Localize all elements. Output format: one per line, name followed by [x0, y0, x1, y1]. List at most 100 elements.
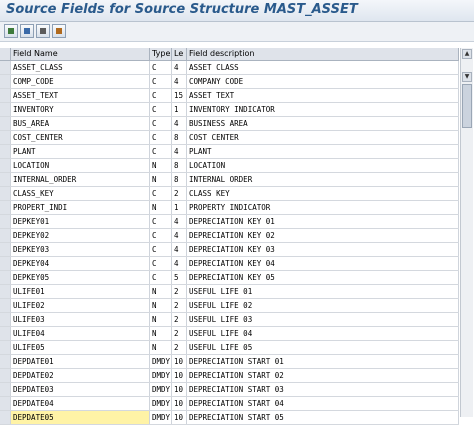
col-header-length[interactable]: Le	[172, 48, 187, 60]
row-selector[interactable]	[0, 145, 11, 158]
vertical-scrollbar[interactable]: ▲ ▼	[460, 48, 473, 417]
row-selector[interactable]	[0, 411, 11, 424]
description-cell[interactable]: DEPRECIATION START 01	[187, 355, 459, 368]
length-cell[interactable]: 10	[172, 355, 187, 368]
row-selector[interactable]	[0, 369, 11, 382]
type-cell[interactable]: C	[150, 131, 172, 144]
scroll-up-icon[interactable]: ▲	[462, 49, 472, 59]
col-header-description[interactable]: Field description	[187, 48, 459, 60]
field-name-cell[interactable]: ULIFE01	[11, 285, 150, 298]
field-name-cell[interactable]: DEPKEY04	[11, 257, 150, 270]
table-row[interactable]: ULIFE02 N 2 USEFUL LIFE 02	[0, 299, 459, 313]
table-row[interactable]: DEPDATE04 DMDY 10 DEPRECIATION START 04	[0, 397, 459, 411]
field-name-cell[interactable]: LOCATION	[11, 159, 150, 172]
length-cell[interactable]: 4	[172, 117, 187, 130]
select-all-cell[interactable]	[0, 48, 11, 60]
table-row[interactable]: DEPKEY02 C 4 DEPRECIATION KEY 02	[0, 229, 459, 243]
type-cell[interactable]: C	[150, 145, 172, 158]
row-selector[interactable]	[0, 285, 11, 298]
type-cell[interactable]: C	[150, 187, 172, 200]
length-cell[interactable]: 4	[172, 243, 187, 256]
type-cell[interactable]: C	[150, 215, 172, 228]
type-cell[interactable]: N	[150, 341, 172, 354]
field-name-cell[interactable]: DEPKEY03	[11, 243, 150, 256]
type-cell[interactable]: C	[150, 257, 172, 270]
type-cell[interactable]: DMDY	[150, 355, 172, 368]
table-row[interactable]: COMP_CODE C 4 COMPANY CODE	[0, 75, 459, 89]
length-cell[interactable]: 10	[172, 397, 187, 410]
field-name-cell[interactable]: PLANT	[11, 145, 150, 158]
table-row[interactable]: DEPDATE03 DMDY 10 DEPRECIATION START 03	[0, 383, 459, 397]
description-cell[interactable]: ASSET CLASS	[187, 61, 459, 74]
description-cell[interactable]: ASSET TEXT	[187, 89, 459, 102]
field-name-cell[interactable]: INVENTORY	[11, 103, 150, 116]
table-row[interactable]: ASSET_TEXT C 15 ASSET TEXT	[0, 89, 459, 103]
row-selector[interactable]	[0, 201, 11, 214]
field-name-cell[interactable]: PROPERT_INDI	[11, 201, 150, 214]
table-row[interactable]: ULIFE03 N 2 USEFUL LIFE 03	[0, 313, 459, 327]
type-cell[interactable]: N	[150, 299, 172, 312]
row-selector[interactable]	[0, 257, 11, 270]
row-selector[interactable]	[0, 159, 11, 172]
type-cell[interactable]: C	[150, 89, 172, 102]
length-cell[interactable]: 4	[172, 229, 187, 242]
field-name-cell[interactable]: DEPKEY02	[11, 229, 150, 242]
description-cell[interactable]: INTERNAL ORDER	[187, 173, 459, 186]
table-row[interactable]: DEPKEY04 C 4 DEPRECIATION KEY 04	[0, 257, 459, 271]
field-name-cell[interactable]: ULIFE02	[11, 299, 150, 312]
table-row[interactable]: DEPKEY03 C 4 DEPRECIATION KEY 03	[0, 243, 459, 257]
row-selector[interactable]	[0, 89, 11, 102]
col-header-type[interactable]: Type	[150, 48, 172, 60]
length-cell[interactable]: 4	[172, 75, 187, 88]
type-cell[interactable]: DMDY	[150, 397, 172, 410]
field-name-cell[interactable]: BUS_AREA	[11, 117, 150, 130]
type-cell[interactable]: C	[150, 61, 172, 74]
description-cell[interactable]: BUSINESS AREA	[187, 117, 459, 130]
description-cell[interactable]: DEPRECIATION KEY 05	[187, 271, 459, 284]
length-cell[interactable]: 4	[172, 145, 187, 158]
length-cell[interactable]: 4	[172, 215, 187, 228]
type-cell[interactable]: N	[150, 285, 172, 298]
field-name-cell[interactable]: ASSET_CLASS	[11, 61, 150, 74]
table-row[interactable]: ULIFE05 N 2 USEFUL LIFE 05	[0, 341, 459, 355]
col-header-field-name[interactable]: Field Name	[11, 48, 150, 60]
row-selector[interactable]	[0, 299, 11, 312]
type-cell[interactable]: DMDY	[150, 411, 172, 424]
table-row[interactable]: ASSET_CLASS C 4 ASSET CLASS	[0, 61, 459, 75]
description-cell[interactable]: LOCATION	[187, 159, 459, 172]
row-selector[interactable]	[0, 131, 11, 144]
length-cell[interactable]: 4	[172, 257, 187, 270]
description-cell[interactable]: USEFUL LIFE 05	[187, 341, 459, 354]
field-name-cell[interactable]: DEPDATE02	[11, 369, 150, 382]
description-cell[interactable]: USEFUL LIFE 02	[187, 299, 459, 312]
field-name-cell[interactable]: ULIFE04	[11, 327, 150, 340]
table-row[interactable]: DEPDATE05 DMDY 10 DEPRECIATION START 05	[0, 411, 459, 425]
length-cell[interactable]: 2	[172, 187, 187, 200]
row-selector[interactable]	[0, 229, 11, 242]
row-selector[interactable]	[0, 327, 11, 340]
table-row[interactable]: BUS_AREA C 4 BUSINESS AREA	[0, 117, 459, 131]
table-row[interactable]: DEPKEY01 C 4 DEPRECIATION KEY 01	[0, 215, 459, 229]
length-cell[interactable]: 5	[172, 271, 187, 284]
description-cell[interactable]: USEFUL LIFE 04	[187, 327, 459, 340]
length-cell[interactable]: 2	[172, 313, 187, 326]
length-cell[interactable]: 2	[172, 327, 187, 340]
description-cell[interactable]: DEPRECIATION KEY 04	[187, 257, 459, 270]
description-cell[interactable]: PLANT	[187, 145, 459, 158]
description-cell[interactable]: COST CENTER	[187, 131, 459, 144]
length-cell[interactable]: 2	[172, 341, 187, 354]
type-cell[interactable]: C	[150, 117, 172, 130]
field-name-cell[interactable]: DEPKEY05	[11, 271, 150, 284]
table-row[interactable]: COST_CENTER C 8 COST CENTER	[0, 131, 459, 145]
length-cell[interactable]: 8	[172, 159, 187, 172]
type-cell[interactable]: N	[150, 159, 172, 172]
description-cell[interactable]: CLASS KEY	[187, 187, 459, 200]
description-cell[interactable]: DEPRECIATION KEY 03	[187, 243, 459, 256]
row-selector[interactable]	[0, 117, 11, 130]
length-cell[interactable]: 1	[172, 103, 187, 116]
table-row[interactable]: LOCATION N 8 LOCATION	[0, 159, 459, 173]
length-cell[interactable]: 10	[172, 369, 187, 382]
row-selector[interactable]	[0, 271, 11, 284]
length-cell[interactable]: 10	[172, 383, 187, 396]
field-name-cell[interactable]: DEPDATE03	[11, 383, 150, 396]
